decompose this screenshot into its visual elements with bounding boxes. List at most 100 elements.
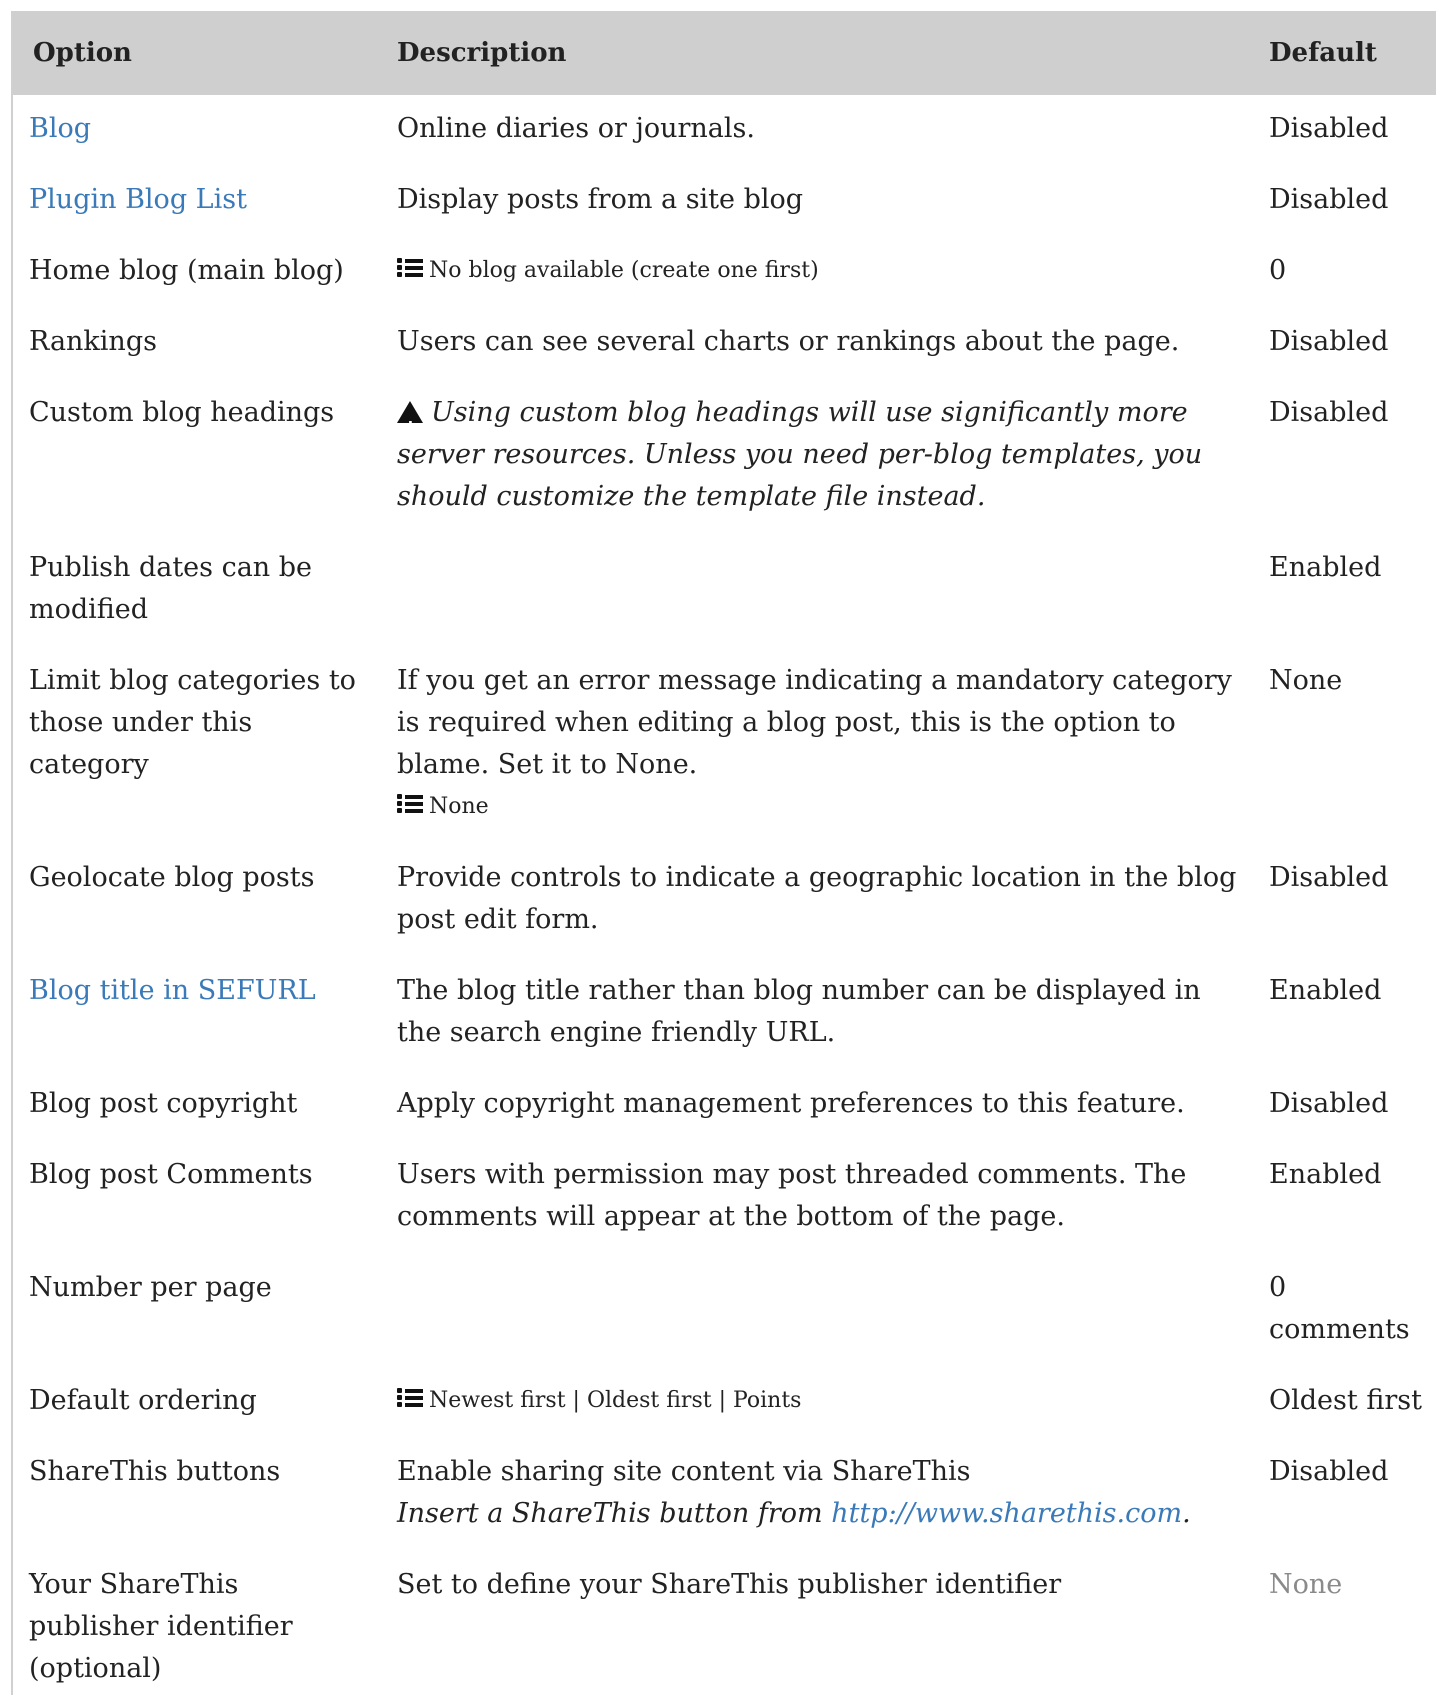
option-link[interactable]: Blog — [29, 113, 91, 144]
default-value: 0 comments — [1269, 1272, 1410, 1345]
description-text: Apply copyright management preferences t… — [397, 1088, 1185, 1119]
option-link[interactable]: Plugin Blog List — [29, 184, 247, 215]
option-cell: Rankings — [13, 308, 381, 379]
option-cell: Blog title in SEFURL — [13, 957, 381, 1070]
description-cell: Apply copyright management preferences t… — [381, 1070, 1253, 1141]
option-cell: Blog post copyright — [13, 1070, 381, 1141]
description-cell: If you get an error message indicating a… — [381, 647, 1253, 844]
description-cell: Users can see several charts or rankings… — [381, 308, 1253, 379]
default-value: 0 — [1269, 255, 1287, 286]
table-row: Blog post Comments Users with permission … — [13, 1141, 1436, 1254]
description-cell: The blog title rather than blog number c… — [381, 957, 1253, 1070]
description-cell — [381, 1254, 1253, 1367]
description-text: Provide controls to indicate a geographi… — [397, 862, 1237, 935]
default-cell: Disabled — [1253, 1438, 1436, 1551]
description-note: Insert a ShareThis button from http://ww… — [397, 1493, 1237, 1535]
table-row: Custom blog headings Using custom blog he… — [13, 379, 1436, 534]
default-cell: Enabled — [1253, 1141, 1436, 1254]
option-label: Blog post copyright — [29, 1088, 298, 1119]
option-values: No blog available (create one first) — [429, 258, 819, 283]
option-label: Default ordering — [29, 1385, 257, 1416]
default-cell: Disabled — [1253, 308, 1436, 379]
table-body: Blog Online diaries or journals. Disabled P… — [13, 95, 1436, 1706]
option-cell: Plugin Blog List — [13, 166, 381, 237]
default-cell: None — [1253, 1551, 1436, 1706]
table-row: Blog title in SEFURL The blog title rathe… — [13, 957, 1436, 1070]
description-cell: Using custom blog headings will use sign… — [381, 379, 1253, 534]
default-cell: 0 comments — [1253, 1254, 1436, 1367]
description-text: Online diaries or journals. — [397, 113, 755, 144]
note-prefix: Insert a ShareThis button from — [397, 1498, 832, 1529]
table-row: Blog Online diaries or journals. Disabled — [13, 95, 1436, 166]
description-cell: Users with permission may post threaded … — [381, 1141, 1253, 1254]
option-value-list: None — [397, 786, 1237, 828]
option-values: None — [429, 794, 489, 819]
description-text: If you get an error message indicating a… — [397, 665, 1232, 780]
option-label: Rankings — [29, 326, 157, 357]
list-icon — [397, 1388, 423, 1408]
description-text: The blog title rather than blog number c… — [397, 975, 1201, 1048]
option-label: Geolocate blog posts — [29, 862, 315, 893]
note-suffix: . — [1182, 1498, 1191, 1529]
option-cell: Publish dates can be modified — [13, 534, 381, 647]
table-row: Home blog (main blog) No blog available (… — [13, 237, 1436, 308]
description-cell: No blog available (create one first) — [381, 237, 1253, 308]
option-values: Newest first | Oldest first | Points — [429, 1388, 802, 1413]
option-label: Limit blog categories to those under thi… — [29, 665, 356, 780]
table-row: Plugin Blog List Display posts from a sit… — [13, 166, 1436, 237]
description-cell: Online diaries or journals. — [381, 95, 1253, 166]
option-label: Blog post Comments — [29, 1159, 313, 1190]
default-value: Oldest first — [1269, 1385, 1422, 1416]
table-row: Blog post copyright Apply copyright manag… — [13, 1070, 1436, 1141]
header-default: Default — [1269, 38, 1377, 68]
default-cell: Oldest first — [1253, 1367, 1436, 1438]
default-cell: Disabled — [1253, 844, 1436, 957]
default-value: Disabled — [1269, 1456, 1389, 1487]
option-cell: Your ShareThis publisher identifier (opt… — [13, 1551, 381, 1706]
default-value: Enabled — [1269, 552, 1382, 583]
table-header-row: Option Description Default — [13, 11, 1436, 95]
option-cell: ShareThis buttons — [13, 1438, 381, 1551]
table-row: Geolocate blog posts Provide controls to … — [13, 844, 1436, 957]
option-value-list: Newest first | Oldest first | Points — [397, 1380, 1237, 1422]
table-row: Your ShareThis publisher identifier (opt… — [13, 1551, 1436, 1706]
sharethis-link[interactable]: http://www.sharethis.com — [831, 1498, 1182, 1529]
default-value: Enabled — [1269, 1159, 1382, 1190]
default-cell: Disabled — [1253, 95, 1436, 166]
option-cell: Home blog (main blog) — [13, 237, 381, 308]
default-value: Disabled — [1269, 113, 1389, 144]
description-text: Display posts from a site blog — [397, 184, 804, 215]
table-row: Rankings Users can see several charts or … — [13, 308, 1436, 379]
default-cell: Disabled — [1253, 166, 1436, 237]
default-value: None — [1269, 1569, 1343, 1600]
warning-icon — [397, 401, 423, 448]
warning-note: Using custom blog headings will use sign… — [397, 392, 1237, 518]
option-label: Custom blog headings — [29, 397, 335, 428]
description-text: Set to define your ShareThis publisher i… — [397, 1569, 1062, 1600]
description-text: Enable sharing site content via ShareThi… — [397, 1456, 971, 1487]
default-cell: 0 — [1253, 237, 1436, 308]
options-table: Option Description Default Blog Online di… — [13, 11, 1436, 1706]
table-row: ShareThis buttons Enable sharing site con… — [13, 1438, 1436, 1551]
default-value: Disabled — [1269, 184, 1389, 215]
default-cell: Disabled — [1253, 1070, 1436, 1141]
option-link[interactable]: Blog title in SEFURL — [29, 975, 316, 1006]
option-label: Publish dates can be modified — [29, 552, 313, 625]
default-value: Enabled — [1269, 975, 1382, 1006]
description-cell: Enable sharing site content via ShareThi… — [381, 1438, 1253, 1551]
table-row: Limit blog categories to those under thi… — [13, 647, 1436, 844]
option-cell: Blog post Comments — [13, 1141, 381, 1254]
description-cell: Set to define your ShareThis publisher i… — [381, 1551, 1253, 1706]
default-cell: Disabled — [1253, 379, 1436, 534]
table-row: Number per page 0 comments — [13, 1254, 1436, 1367]
default-value: None — [1269, 665, 1343, 696]
default-value: Disabled — [1269, 862, 1389, 893]
option-cell: Custom blog headings — [13, 379, 381, 534]
option-value-list: No blog available (create one first) — [397, 250, 1237, 292]
default-cell: None — [1253, 647, 1436, 844]
default-value: Disabled — [1269, 326, 1389, 357]
option-label: Number per page — [29, 1272, 272, 1303]
description-text: Users with permission may post threaded … — [397, 1159, 1187, 1232]
default-value: Disabled — [1269, 397, 1389, 428]
description-text: Users can see several charts or rankings… — [397, 326, 1180, 357]
